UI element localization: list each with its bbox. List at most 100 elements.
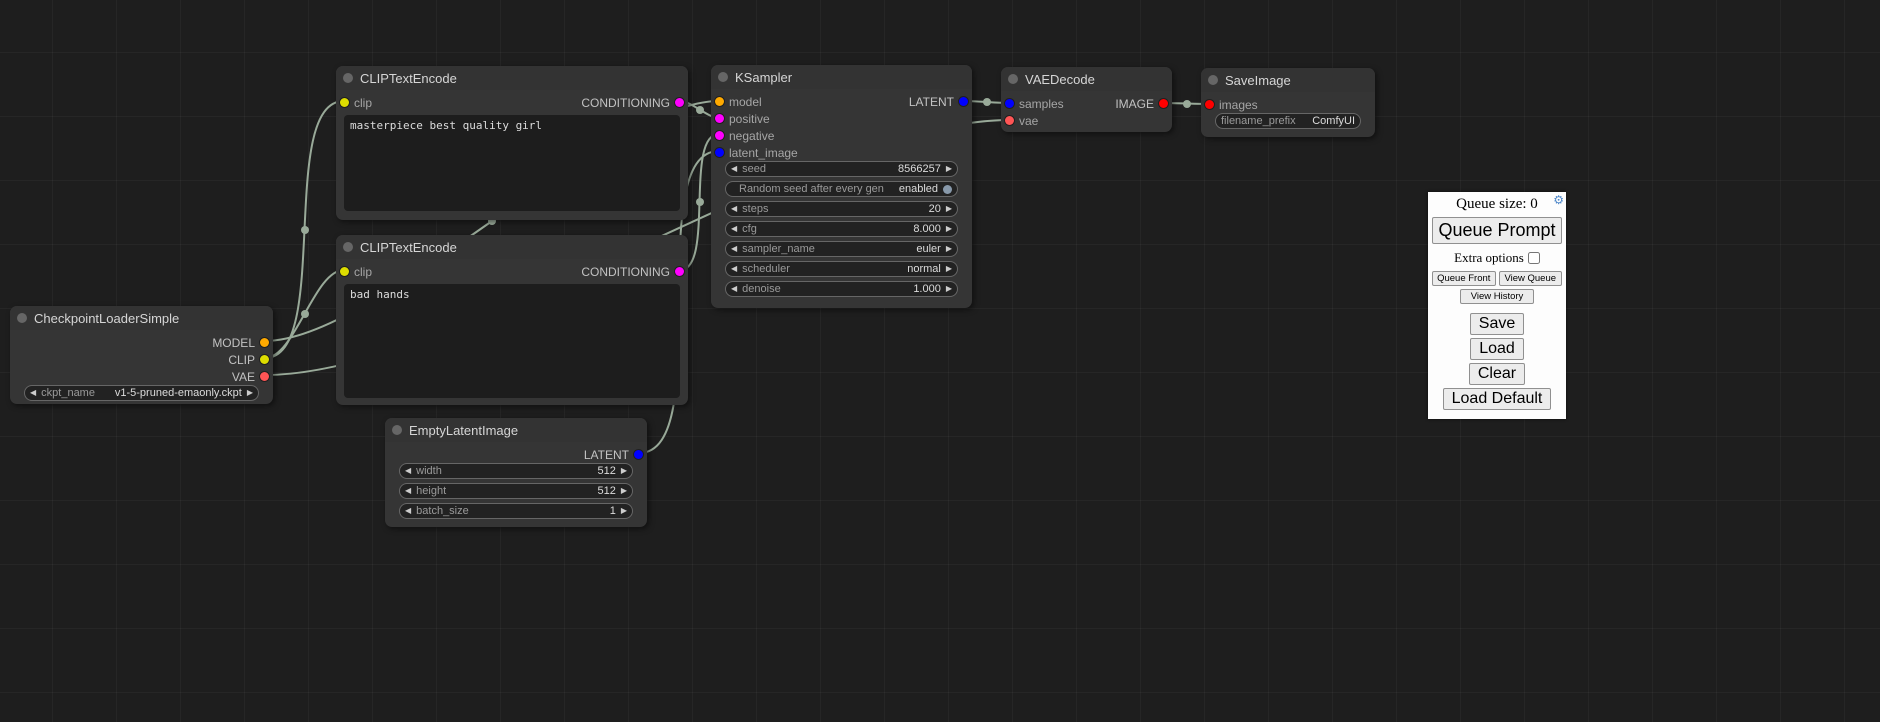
node-title-bar[interactable]: KSampler (711, 65, 972, 89)
node-cliptextencode-positive[interactable]: CLIPTextEncode clip CONDITIONING masterp… (336, 66, 688, 220)
increment-arrow-icon[interactable]: ▶ (946, 225, 952, 233)
node-ksampler[interactable]: KSampler model LATENT positive (711, 65, 972, 308)
clip-input-slot[interactable]: clip (340, 96, 372, 110)
increment-arrow-icon[interactable]: ▶ (946, 245, 952, 253)
clip-input-dot-icon[interactable] (340, 98, 349, 107)
settings-gear-icon[interactable]: ⚙ (1553, 193, 1564, 208)
decrement-arrow-icon[interactable]: ◀ (30, 389, 36, 397)
decrement-arrow-icon[interactable]: ◀ (731, 205, 737, 213)
model-output-slot[interactable]: MODEL (212, 336, 269, 350)
clip-input-dot-icon[interactable] (340, 267, 349, 276)
positive-input-slot[interactable]: positive (715, 112, 770, 126)
node-collapse-dot-icon[interactable] (1208, 75, 1218, 85)
increment-arrow-icon[interactable]: ▶ (946, 265, 952, 273)
node-collapse-dot-icon[interactable] (343, 73, 353, 83)
seed-widget[interactable]: ◀ seed 8566257 ▶ (725, 161, 958, 177)
sampler-name-widget[interactable]: ◀ sampler_name euler ▶ (725, 241, 958, 257)
samples-input-slot[interactable]: samples (1005, 97, 1064, 111)
node-collapse-dot-icon[interactable] (17, 313, 27, 323)
conditioning-output-slot[interactable]: CONDITIONING (581, 96, 684, 110)
batch-size-widget[interactable]: ◀ batch_size 1 ▶ (399, 503, 633, 519)
node-checkpointloadersimple[interactable]: CheckpointLoaderSimple MODEL CLIP VAE (10, 306, 273, 404)
positive-prompt-textarea[interactable]: masterpiece best quality girl (344, 115, 680, 211)
height-widget[interactable]: ◀ height 512 ▶ (399, 483, 633, 499)
decrement-arrow-icon[interactable]: ◀ (731, 265, 737, 273)
decrement-arrow-icon[interactable]: ◀ (731, 285, 737, 293)
node-collapse-dot-icon[interactable] (718, 72, 728, 82)
graph-canvas[interactable]: CheckpointLoaderSimple MODEL CLIP VAE (0, 0, 1880, 722)
denoise-widget[interactable]: ◀ denoise 1.000 ▶ (725, 281, 958, 297)
negative-input-dot-icon[interactable] (715, 131, 724, 140)
clip-input-slot[interactable]: clip (340, 265, 372, 279)
decrement-arrow-icon[interactable]: ◀ (731, 165, 737, 173)
load-button[interactable]: Load (1470, 338, 1524, 360)
image-output-slot[interactable]: IMAGE (1115, 97, 1168, 111)
save-button[interactable]: Save (1470, 313, 1524, 335)
model-output-dot-icon[interactable] (260, 338, 269, 347)
cfg-widget[interactable]: ◀ cfg 8.000 ▶ (725, 221, 958, 237)
node-title-bar[interactable]: EmptyLatentImage (385, 418, 647, 442)
view-history-button[interactable]: View History (1460, 289, 1535, 304)
images-input-slot[interactable]: images (1205, 98, 1258, 112)
vae-input-slot[interactable]: vae (1005, 114, 1038, 128)
negative-prompt-textarea[interactable]: bad hands (344, 284, 680, 398)
decrement-arrow-icon[interactable]: ◀ (405, 467, 411, 475)
samples-input-dot-icon[interactable] (1005, 99, 1014, 108)
positive-input-dot-icon[interactable] (715, 114, 724, 123)
node-collapse-dot-icon[interactable] (1008, 74, 1018, 84)
load-default-button[interactable]: Load Default (1443, 388, 1552, 410)
toggle-on-dot-icon[interactable] (943, 185, 952, 194)
decrement-arrow-icon[interactable]: ◀ (405, 487, 411, 495)
conditioning-output-slot[interactable]: CONDITIONING (581, 265, 684, 279)
view-queue-button[interactable]: View Queue (1499, 271, 1563, 286)
clip-output-dot-icon[interactable] (260, 355, 269, 364)
model-input-slot[interactable]: model (715, 95, 762, 109)
increment-arrow-icon[interactable]: ▶ (946, 205, 952, 213)
latent-image-input-slot[interactable]: latent_image (715, 146, 798, 160)
node-title-bar[interactable]: SaveImage (1201, 68, 1375, 92)
increment-arrow-icon[interactable]: ▶ (621, 487, 627, 495)
image-output-dot-icon[interactable] (1159, 99, 1168, 108)
steps-widget[interactable]: ◀ steps 20 ▶ (725, 201, 958, 217)
ckpt-name-combo-widget[interactable]: ◀ ckpt_name v1-5-pruned-emaonly.ckpt ▶ (24, 385, 259, 401)
negative-input-slot[interactable]: negative (715, 129, 774, 143)
node-vaedecode[interactable]: VAEDecode samples IMAGE vae (1001, 67, 1172, 132)
node-title-bar[interactable]: CLIPTextEncode (336, 235, 688, 259)
conditioning-output-dot-icon[interactable] (675, 98, 684, 107)
images-input-dot-icon[interactable] (1205, 100, 1214, 109)
filename-prefix-widget[interactable]: filename_prefix ComfyUI (1215, 113, 1361, 129)
decrement-arrow-icon[interactable]: ◀ (731, 225, 737, 233)
decrement-arrow-icon[interactable]: ◀ (731, 245, 737, 253)
node-title-bar[interactable]: CLIPTextEncode (336, 66, 688, 90)
latent-output-dot-icon[interactable] (959, 97, 968, 106)
decrement-arrow-icon[interactable]: ◀ (405, 507, 411, 515)
vae-output-dot-icon[interactable] (260, 372, 269, 381)
conditioning-output-dot-icon[interactable] (675, 267, 684, 276)
node-title-bar[interactable]: VAEDecode (1001, 67, 1172, 91)
node-collapse-dot-icon[interactable] (343, 242, 353, 252)
node-saveimage[interactable]: SaveImage images filename_prefix ComfyUI (1201, 68, 1375, 137)
vae-input-dot-icon[interactable] (1005, 116, 1014, 125)
latent-output-dot-icon[interactable] (634, 450, 643, 459)
increment-arrow-icon[interactable]: ▶ (621, 507, 627, 515)
vae-output-slot[interactable]: VAE (232, 370, 269, 384)
random-seed-toggle-widget[interactable]: Random seed after every gen enabled (725, 181, 958, 197)
extra-options-checkbox[interactable] (1528, 252, 1540, 264)
model-input-dot-icon[interactable] (715, 97, 724, 106)
node-collapse-dot-icon[interactable] (392, 425, 402, 435)
latent-output-slot[interactable]: LATENT (584, 448, 643, 462)
width-widget[interactable]: ◀ width 512 ▶ (399, 463, 633, 479)
increment-arrow-icon[interactable]: ▶ (946, 165, 952, 173)
clip-output-slot[interactable]: CLIP (228, 353, 269, 367)
increment-arrow-icon[interactable]: ▶ (946, 285, 952, 293)
queue-prompt-button[interactable]: Queue Prompt (1432, 217, 1562, 244)
node-emptylatentimage[interactable]: EmptyLatentImage LATENT ◀ width 512 ▶ ◀ … (385, 418, 647, 527)
queue-front-button[interactable]: Queue Front (1432, 271, 1496, 286)
scheduler-widget[interactable]: ◀ scheduler normal ▶ (725, 261, 958, 277)
node-cliptextencode-negative[interactable]: CLIPTextEncode clip CONDITIONING bad han… (336, 235, 688, 405)
increment-arrow-icon[interactable]: ▶ (247, 389, 253, 397)
latent-image-input-dot-icon[interactable] (715, 148, 724, 157)
clear-button[interactable]: Clear (1469, 363, 1525, 385)
latent-output-slot[interactable]: LATENT (909, 95, 968, 109)
increment-arrow-icon[interactable]: ▶ (621, 467, 627, 475)
